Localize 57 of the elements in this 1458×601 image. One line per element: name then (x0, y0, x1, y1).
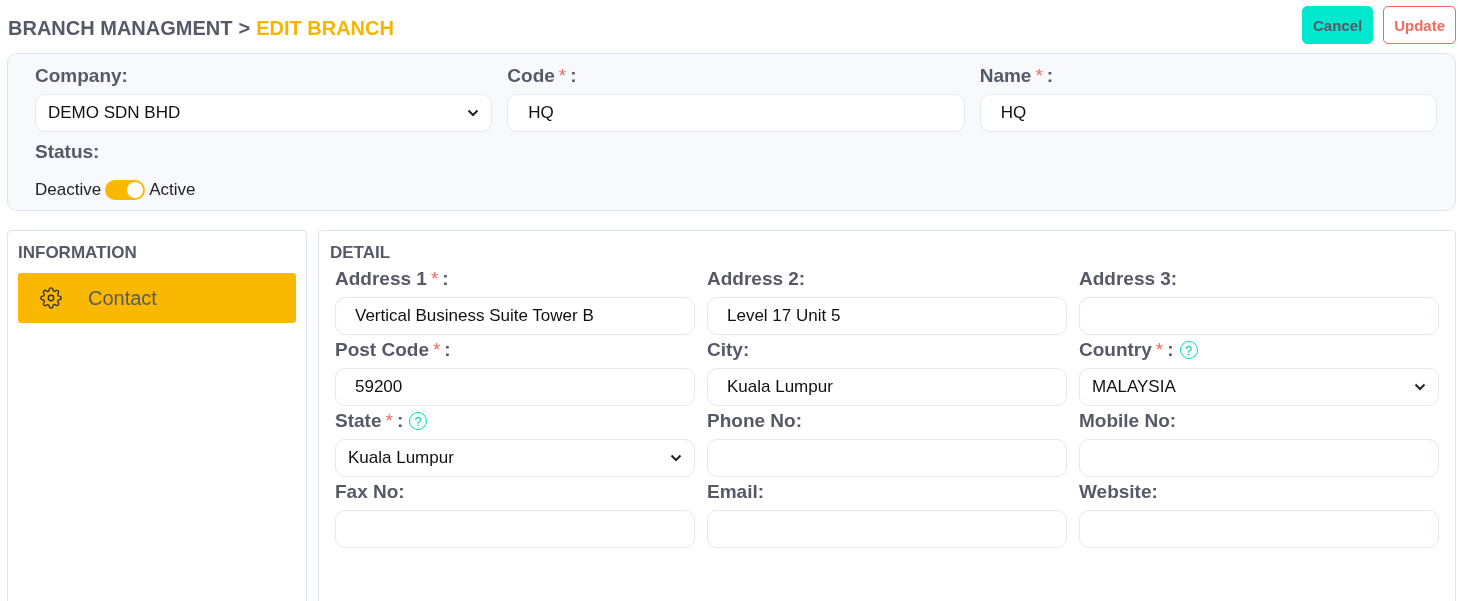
status-label: Status: (35, 141, 100, 163)
input-field[interactable]: HQ (507, 94, 965, 132)
input-field[interactable] (707, 510, 1067, 548)
field-label: Address 3: (1079, 268, 1178, 290)
required-mark: * (1035, 65, 1043, 87)
chevron-down-icon (467, 109, 480, 117)
required-mark: * (385, 410, 393, 432)
input-field[interactable]: Vertical Business Suite Tower B (335, 297, 695, 335)
required-mark: * (432, 339, 441, 361)
status-toggle[interactable] (105, 180, 146, 200)
input-field[interactable] (1079, 510, 1439, 548)
required-mark: * (430, 268, 439, 290)
input-field[interactable]: 59200 (335, 368, 695, 406)
chevron-down-icon (670, 454, 682, 462)
field-label: Post Code (335, 339, 429, 361)
field-label: Email: (707, 481, 765, 503)
breadcrumb-current: EDIT BRANCH (256, 16, 394, 40)
label-colon: : (570, 65, 577, 87)
required-mark: * (558, 65, 567, 87)
input-field[interactable]: Level 17 Unit 5 (707, 297, 1067, 335)
field-label: Name (979, 65, 1032, 87)
chevron-down-icon (1414, 383, 1426, 391)
field-label: Fax No: (335, 481, 405, 503)
label-colon: : (1046, 65, 1054, 87)
input-field[interactable] (335, 510, 695, 548)
input-field[interactable]: Kuala Lumpur (707, 368, 1067, 406)
label-colon: : (444, 339, 451, 361)
select-field[interactable]: MALAYSIA (1079, 368, 1439, 406)
breadcrumb-separator: > (238, 16, 251, 40)
field-label: State (335, 410, 382, 432)
sidebar-item[interactable]: Contact (18, 273, 296, 323)
label-colon: : (442, 268, 449, 290)
field-label: Country (1079, 339, 1152, 361)
field-label: Code (507, 65, 555, 87)
label-colon: : (396, 410, 404, 432)
select-field[interactable]: DEMO SDN BHD (35, 94, 493, 132)
breadcrumb-parent: BRANCH MANAGMENT (8, 16, 233, 40)
input-field[interactable] (1079, 439, 1439, 477)
section-title: INFORMATION (18, 243, 138, 263)
select-field[interactable]: Kuala Lumpur (335, 439, 695, 477)
label-colon: : (1167, 339, 1174, 361)
input-field[interactable]: HQ (979, 94, 1437, 132)
gear-icon (40, 287, 62, 309)
input-field[interactable] (1079, 297, 1439, 335)
active-label: Active (149, 180, 196, 200)
cancel-button[interactable]: Cancel (1301, 6, 1374, 44)
field-label: Website: (1079, 481, 1158, 503)
field-label: Address 1 (335, 268, 427, 290)
deactive-label: Deactive (35, 180, 102, 200)
required-mark: * (1155, 339, 1164, 361)
input-field[interactable] (707, 439, 1067, 477)
field-label: City: (707, 339, 750, 361)
field-label: Mobile No: (1079, 410, 1177, 432)
field-label: Company: (35, 65, 128, 87)
field-label: Address 2: (707, 268, 806, 290)
field-label: Phone No: (707, 410, 802, 432)
section-title: DETAIL (330, 243, 392, 263)
